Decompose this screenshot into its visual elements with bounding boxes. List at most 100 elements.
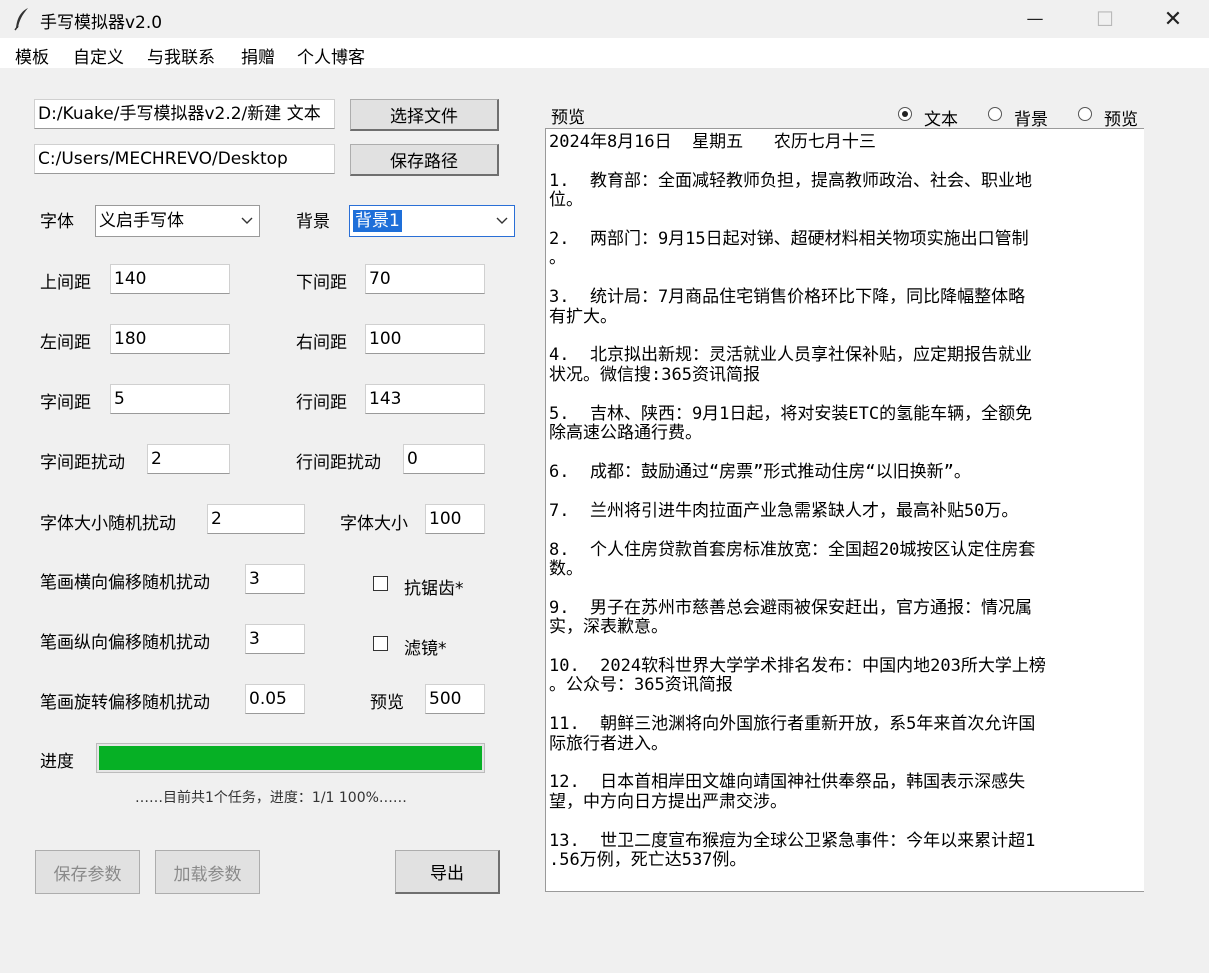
bottom-margin-label: 下间距	[296, 273, 347, 293]
font-size-label: 字体大小	[340, 514, 408, 534]
preview-line: 2. 两部门：9月15日起对锑、超硬材料相关物项实施出口管制	[549, 229, 1029, 250]
preview-line	[549, 579, 1138, 598]
close-button[interactable]: ✕	[1138, 0, 1208, 38]
preview-line	[549, 269, 1138, 288]
preview-line: 望，中方向日方提出严肃交涉。	[549, 791, 787, 812]
radio-text-label: 文本	[924, 110, 958, 130]
preview-line	[549, 211, 1138, 230]
preview-line: 状况。微信搜:365资讯简报	[549, 364, 760, 385]
top-margin-input[interactable]: 140	[110, 264, 230, 294]
stroke-h-jitter-input[interactable]: 3	[245, 564, 305, 594]
line-spacing-jitter-label: 行间距扰动	[296, 453, 381, 473]
preview-line: 10. 2024软科世界大学学术排名发布：中国内地203所大学上榜	[549, 655, 1046, 676]
save-params-button[interactable]: 保存参数	[35, 850, 140, 894]
preview-line	[549, 696, 1138, 715]
background-select[interactable]: 背景1	[349, 205, 515, 237]
preview-line: 。	[549, 248, 566, 269]
font-label: 字体	[40, 212, 74, 232]
preview-line: 7. 兰州将引进牛肉拉面产业急需紧缺人才，最高补贴50万。	[549, 500, 1019, 521]
save-path-button[interactable]: 保存路径	[350, 144, 499, 176]
right-margin-input[interactable]: 100	[365, 324, 485, 354]
preview-line: 实，深表歉意。	[549, 617, 668, 638]
radio-text[interactable]	[898, 107, 912, 121]
maximize-button[interactable]: ☐	[1070, 0, 1140, 38]
progress-label: 进度	[40, 752, 74, 772]
font-select[interactable]: 义启手写体	[95, 205, 260, 237]
preview-line	[549, 152, 1138, 171]
font-size-input[interactable]: 100	[425, 504, 485, 534]
preview-line	[549, 385, 1138, 404]
progress-bar	[96, 743, 485, 773]
preview-line: 除高速公路通行费。	[549, 423, 702, 444]
chevron-down-icon	[241, 206, 253, 236]
background-label: 背景	[296, 212, 330, 232]
menu-donate[interactable]: 捐赠	[241, 43, 275, 68]
preview-line	[549, 482, 1138, 501]
menu-contact[interactable]: 与我联系	[147, 43, 215, 68]
char-spacing-jitter-label: 字间距扰动	[40, 453, 125, 473]
preview-line: 6. 成都：鼓励通过“房票”形式推动住房“以旧换新”。	[549, 461, 971, 482]
preview-line: 3. 统计局：7月商品住宅销售价格环比下降，同比降幅整体略	[549, 287, 1026, 308]
left-margin-label: 左间距	[40, 333, 91, 353]
line-spacing-input[interactable]: 143	[365, 384, 485, 414]
bottom-margin-input[interactable]: 70	[365, 264, 485, 294]
preview-line: 1. 教育部：全面减轻教师负担，提高教师政治、社会、职业地	[549, 170, 1032, 191]
stroke-rot-jitter-label: 笔画旋转偏移随机扰动	[40, 693, 210, 713]
window-title: 手写模拟器v2.0	[40, 13, 163, 33]
chevron-down-icon	[496, 206, 508, 236]
preview-line: 有扩大。	[549, 306, 617, 327]
radio-background-label: 背景	[1014, 110, 1048, 130]
preview-size-label: 预览	[370, 693, 404, 713]
minimize-button[interactable]: —	[1000, 0, 1070, 38]
preview-line: 。公众号：365资讯简报	[549, 675, 733, 696]
stroke-v-jitter-label: 笔画纵向偏移随机扰动	[40, 633, 210, 653]
preview-line: 12. 日本首相岸田文雄向靖国神社供奉祭品，韩国表示深感失	[549, 772, 1026, 793]
preview-line: 2024年8月16日 星期五 农历七月十三	[549, 132, 876, 152]
progress-status: ……目前共1个任务，进度：1/1 100%……	[135, 790, 407, 806]
stroke-rot-jitter-input[interactable]: 0.05	[245, 684, 305, 714]
preview-line: 8. 个人住房贷款首套房标准放宽：全国超20城按区认定住房套	[549, 539, 1036, 560]
line-spacing-jitter-input[interactable]: 0	[403, 444, 485, 474]
preview-line: 际旅行者进入。	[549, 733, 668, 754]
line-spacing-label: 行间距	[296, 393, 347, 413]
select-file-button[interactable]: 选择文件	[350, 99, 499, 131]
char-spacing-jitter-input[interactable]: 2	[147, 444, 230, 474]
antialias-checkbox[interactable]	[373, 576, 388, 591]
input-file-path[interactable]: D:/Kuake/手写模拟器v2.2/新建 文本	[34, 99, 335, 129]
stroke-h-jitter-label: 笔画横向偏移随机扰动	[40, 573, 210, 593]
preview-line	[549, 812, 1138, 831]
menu-blog[interactable]: 个人博客	[297, 43, 365, 68]
font-size-jitter-label: 字体大小随机扰动	[40, 514, 176, 534]
feather-icon	[12, 6, 32, 32]
preview-line	[549, 754, 1138, 773]
left-margin-input[interactable]: 180	[110, 324, 230, 354]
char-spacing-label: 字间距	[40, 393, 91, 413]
preview-line: .56万例，死亡达537例。	[549, 850, 747, 871]
menu-custom[interactable]: 自定义	[73, 43, 124, 68]
output-path[interactable]: C:/Users/MECHREVO/Desktop	[34, 144, 335, 174]
load-params-button[interactable]: 加载参数	[155, 850, 260, 894]
preview-line: 9. 男子在苏州市慈善总会避雨被保安赶出，官方通报：情况属	[549, 597, 1032, 618]
radio-preview[interactable]	[1078, 107, 1092, 121]
right-margin-label: 右间距	[296, 333, 347, 353]
font-size-jitter-input[interactable]: 2	[207, 504, 305, 534]
font-select-value: 义启手写体	[99, 211, 184, 231]
background-select-value: 背景1	[353, 210, 402, 232]
char-spacing-input[interactable]: 5	[110, 384, 230, 414]
filter-label: 滤镜*	[404, 639, 447, 659]
preview-line	[549, 327, 1138, 346]
filter-checkbox[interactable]	[373, 636, 388, 651]
preview-text-area[interactable]: 2024年8月16日 星期五 农历七月十三 1. 教育部：全面减轻教师负担，提高…	[545, 128, 1144, 892]
radio-background[interactable]	[988, 107, 1002, 121]
preview-size-input[interactable]: 500	[425, 684, 485, 714]
preview-line: 位。	[549, 190, 583, 211]
export-button[interactable]: 导出	[395, 850, 500, 894]
menu-templates[interactable]: 模板	[15, 43, 49, 68]
preview-line: 5. 吉林、陕西：9月1日起，将对安装ETC的氢能车辆，全额免	[549, 403, 1033, 424]
preview-line	[549, 521, 1138, 540]
radio-preview-label: 预览	[1104, 110, 1138, 130]
stroke-v-jitter-input[interactable]: 3	[245, 624, 305, 654]
antialias-label: 抗锯齿*	[404, 579, 464, 599]
preview-label: 预览	[551, 108, 585, 128]
preview-line: 13. 世卫二度宣布猴痘为全球公卫紧急事件：今年以来累计超1	[549, 830, 1036, 851]
